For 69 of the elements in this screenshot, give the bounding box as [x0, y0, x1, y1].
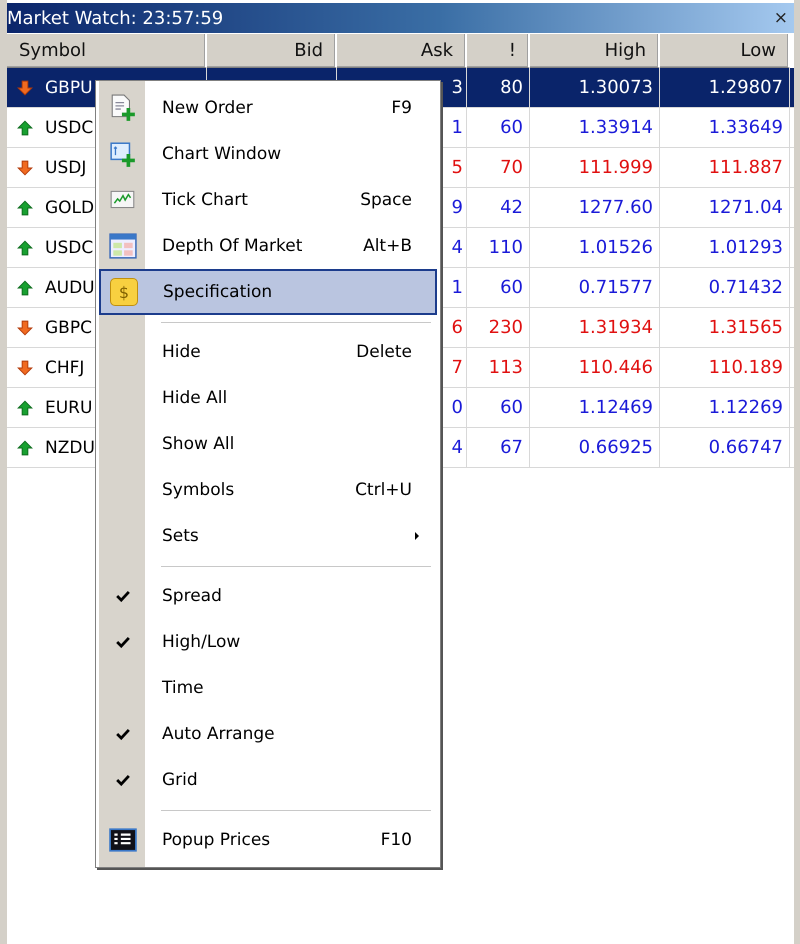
spread-text: 113: [488, 357, 523, 378]
menu-item-label: Popup Prices: [162, 830, 270, 850]
spread-text: 80: [500, 77, 523, 98]
menu-item-label: Time: [162, 678, 204, 698]
shortcut-text: Ctrl+U: [355, 480, 412, 500]
high-text: 1.31934: [578, 317, 653, 338]
low-text: 1.31565: [708, 317, 783, 338]
dollar-icon: $: [110, 278, 138, 306]
low-text: 0.66747: [708, 437, 783, 458]
low-text: 1271.04: [708, 197, 783, 218]
ask-text: 4: [452, 437, 463, 458]
menu-item-label: Sets: [162, 526, 199, 546]
menu-item-label: Hide All: [162, 388, 228, 408]
symbol-text: USDC: [45, 238, 94, 258]
symbol-text: GBPC: [45, 318, 92, 338]
menu-item-label: Auto Arrange: [162, 724, 275, 744]
high-text: 1.12469: [578, 397, 653, 418]
ask-text: 9: [452, 197, 463, 218]
ask-text: 3: [452, 77, 463, 98]
high-text: 111.999: [578, 157, 653, 178]
symbol-text: NZDU: [45, 438, 95, 458]
low-text: 1.29807: [708, 77, 783, 98]
spread-text: 60: [500, 397, 523, 418]
spread-text: 70: [500, 157, 523, 178]
window-title: Market Watch: 23:57:59: [7, 8, 224, 28]
symbol-text: USDC: [45, 118, 94, 138]
ask-text: 0: [452, 397, 463, 418]
low-text: 1.01293: [708, 237, 783, 258]
symbol-text: AUDU: [45, 278, 95, 298]
shortcut-text: Alt+B: [363, 236, 412, 256]
shortcut-text: Space: [360, 190, 412, 210]
ask-text: 1: [452, 117, 463, 138]
spread-text: 110: [488, 237, 523, 258]
low-text: 0.71432: [708, 277, 783, 298]
menu-item-label: High/Low: [162, 632, 240, 652]
high-text: 1277.60: [578, 197, 653, 218]
high-text: 1.01526: [578, 237, 653, 258]
symbol-text: GOLD: [45, 198, 94, 218]
low-text: 1.33649: [708, 117, 783, 138]
ask-text: 1: [452, 277, 463, 298]
spread-text: 60: [500, 117, 523, 138]
ask-text: 6: [452, 317, 463, 338]
spread-text: 230: [488, 317, 523, 338]
symbol-text: GBPU: [45, 78, 93, 98]
ask-text: 5: [452, 157, 463, 178]
spread-text: 67: [500, 437, 523, 458]
menu-item-label: Depth Of Market: [162, 236, 302, 256]
low-text: 111.887: [708, 157, 783, 178]
symbol-text: USDJ: [45, 158, 86, 178]
spread-text: 42: [500, 197, 523, 218]
menu-item-label: Grid: [162, 770, 198, 790]
low-text: 110.189: [708, 357, 783, 378]
ask-text: 7: [452, 357, 463, 378]
high-text: 1.30073: [578, 77, 653, 98]
menu-item-label: Specification: [163, 282, 272, 302]
shortcut-text: F10: [380, 830, 412, 850]
menu-item-label: Tick Chart: [162, 190, 248, 210]
high-text: 110.446: [578, 357, 653, 378]
ask-text: 4: [452, 237, 463, 258]
menu-item-label: Show All: [162, 434, 234, 454]
high-text: 1.33914: [578, 117, 653, 138]
high-text: 0.71577: [578, 277, 653, 298]
symbol-text: CHFJ: [45, 358, 84, 378]
menu-item-label: Symbols: [162, 480, 234, 500]
symbol-text: EURU: [45, 398, 92, 418]
spread-text: 60: [500, 277, 523, 298]
menu-item-label: Spread: [162, 586, 222, 606]
high-text: 0.66925: [578, 437, 653, 458]
low-text: 1.12269: [708, 397, 783, 418]
